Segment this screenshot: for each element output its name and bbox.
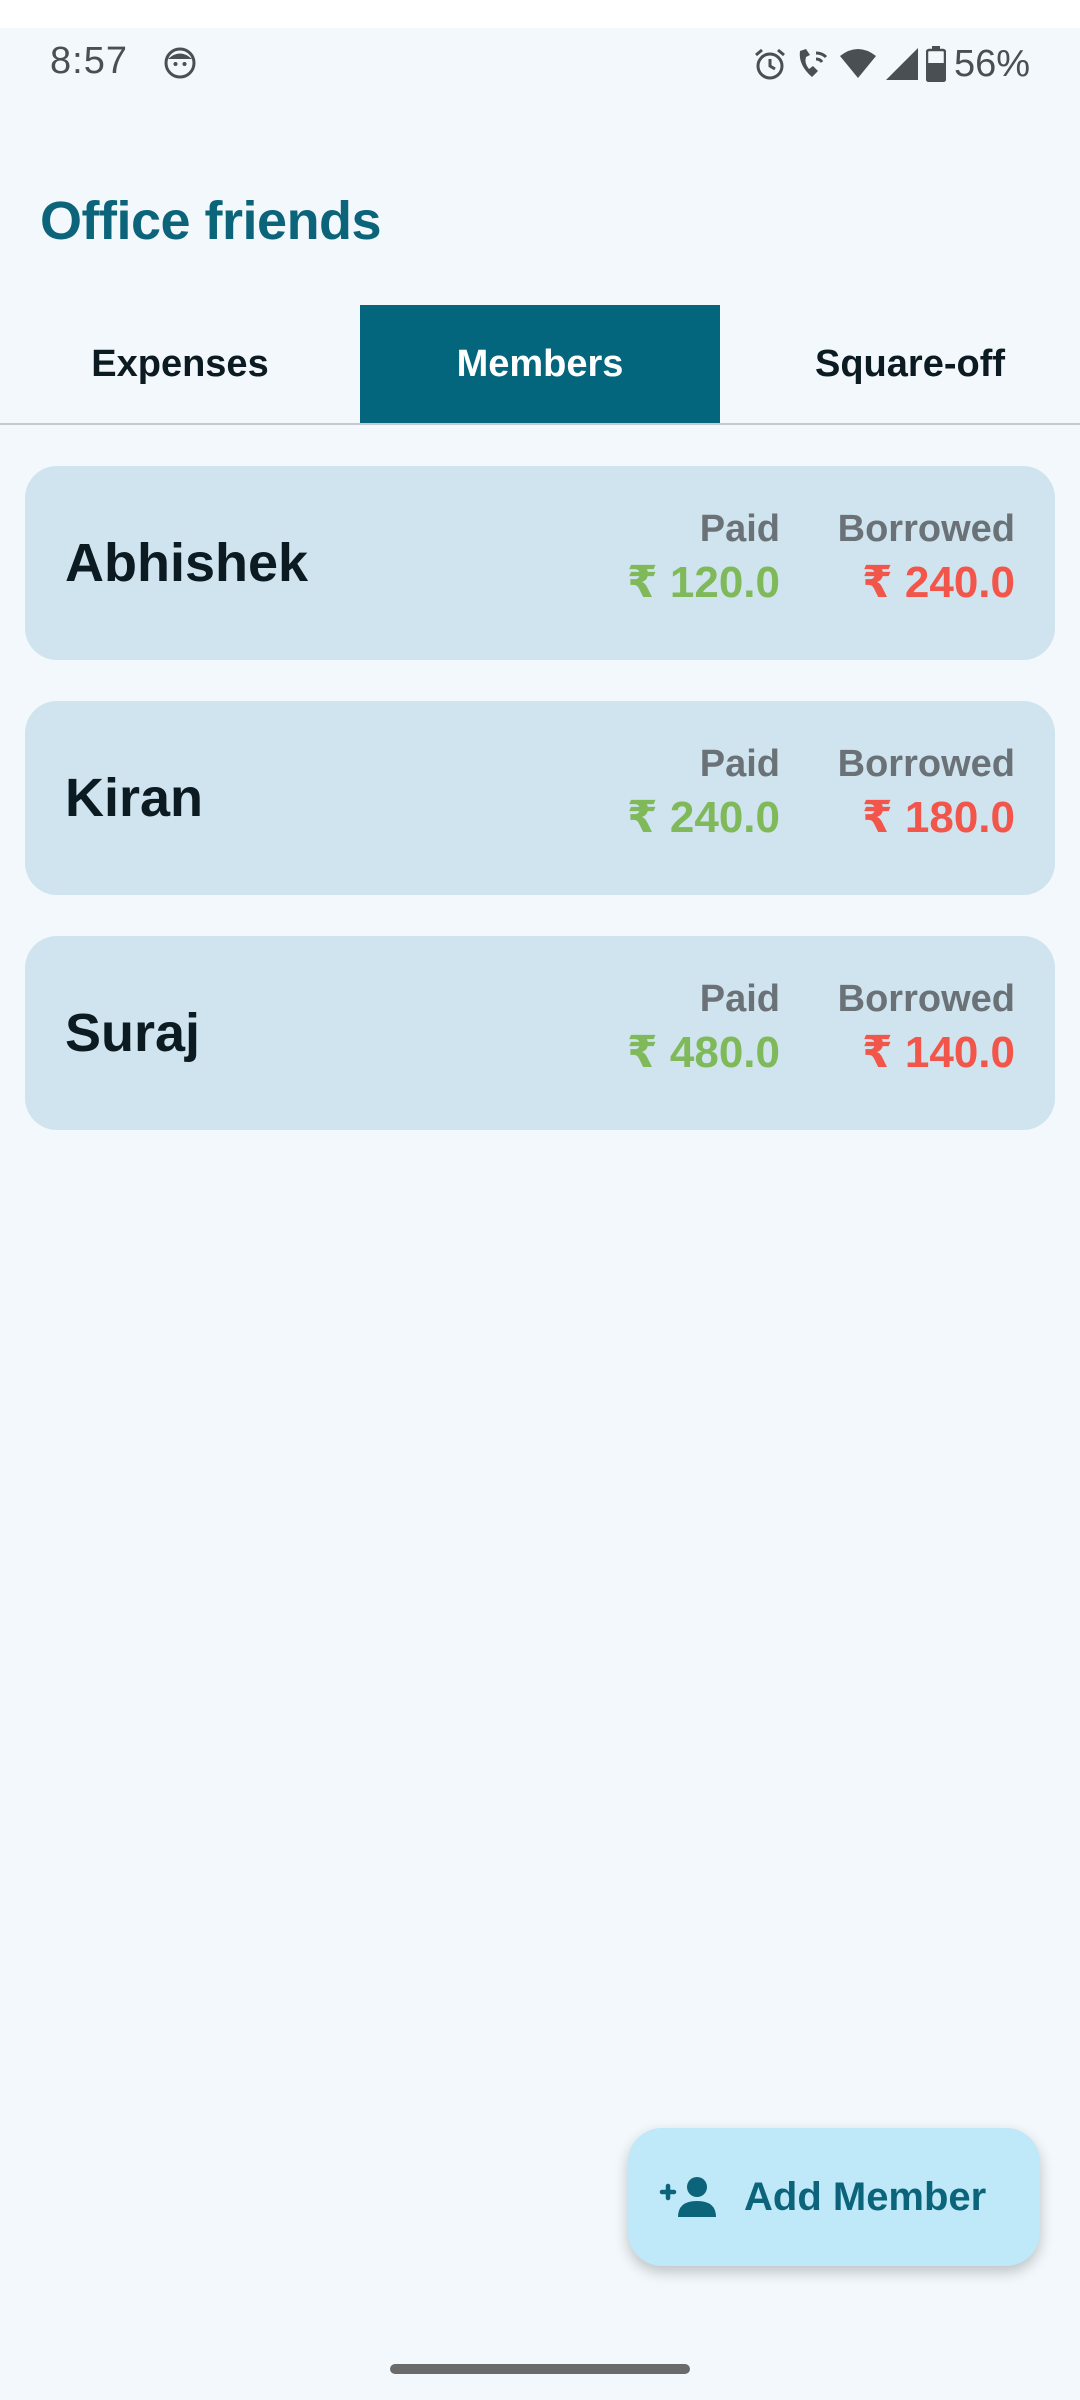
member-name: Abhishek [65, 533, 309, 593]
page-title: Office friends [40, 191, 382, 251]
borrowed-amount: ₹ 140.0 [862, 1028, 1015, 1077]
borrowed-column: Borrowed ₹ 180.0 [838, 741, 1015, 849]
borrowed-amount: ₹ 240.0 [862, 558, 1015, 607]
wifi-call-icon [799, 49, 827, 77]
home-indicator[interactable] [390, 2364, 690, 2374]
status-time: 8:57 [50, 40, 128, 82]
paid-column: Paid ₹ 240.0 [627, 741, 780, 849]
borrowed-label: Borrowed [837, 978, 1015, 1020]
member-card[interactable]: Abhishek Paid ₹ 120.0 Borrowed ₹ 240.0 [25, 466, 1055, 660]
borrowed-column: Borrowed ₹ 140.0 [838, 976, 1015, 1084]
member-card[interactable]: Suraj Paid ₹ 480.0 Borrowed ₹ 140.0 [25, 936, 1055, 1130]
paid-amount: ₹ 120.0 [627, 558, 780, 607]
member-name: Kiran [65, 768, 204, 828]
top-strip [0, 0, 1080, 28]
member-name: Suraj [65, 1003, 201, 1063]
face-icon [164, 47, 196, 79]
alarm-icon [754, 48, 785, 80]
status-bar: 8:57 56% [0, 28, 1080, 100]
signal-icon [885, 48, 918, 80]
borrowed-label: Borrowed [837, 743, 1015, 785]
wifi-icon [839, 49, 876, 78]
paid-label: Paid [699, 508, 780, 550]
tab-expenses[interactable]: Expenses [0, 305, 360, 423]
paid-column: Paid ₹ 480.0 [627, 976, 780, 1084]
paid-amount: ₹ 240.0 [627, 793, 780, 842]
add-member-label: Add Member [744, 2174, 987, 2219]
paid-label: Paid [699, 743, 780, 785]
paid-label: Paid [699, 978, 780, 1020]
borrowed-column: Borrowed ₹ 240.0 [838, 506, 1015, 614]
add-member-button[interactable]: Add Member [628, 2128, 1040, 2266]
tab-square-off[interactable]: Square-off [720, 305, 1080, 423]
paid-column: Paid ₹ 120.0 [627, 506, 780, 614]
tab-bar: Expenses Members Square-off [0, 305, 1080, 425]
borrowed-amount: ₹ 180.0 [862, 793, 1015, 842]
battery-icon [925, 46, 946, 82]
member-card[interactable]: Kiran Paid ₹ 240.0 Borrowed ₹ 180.0 [25, 701, 1055, 895]
borrowed-label: Borrowed [837, 508, 1015, 550]
add-person-icon [659, 2177, 716, 2217]
status-icons: 56% [752, 42, 1030, 86]
battery-percent: 56% [953, 42, 1030, 85]
tab-members[interactable]: Members [360, 305, 720, 423]
paid-amount: ₹ 480.0 [627, 1028, 780, 1077]
